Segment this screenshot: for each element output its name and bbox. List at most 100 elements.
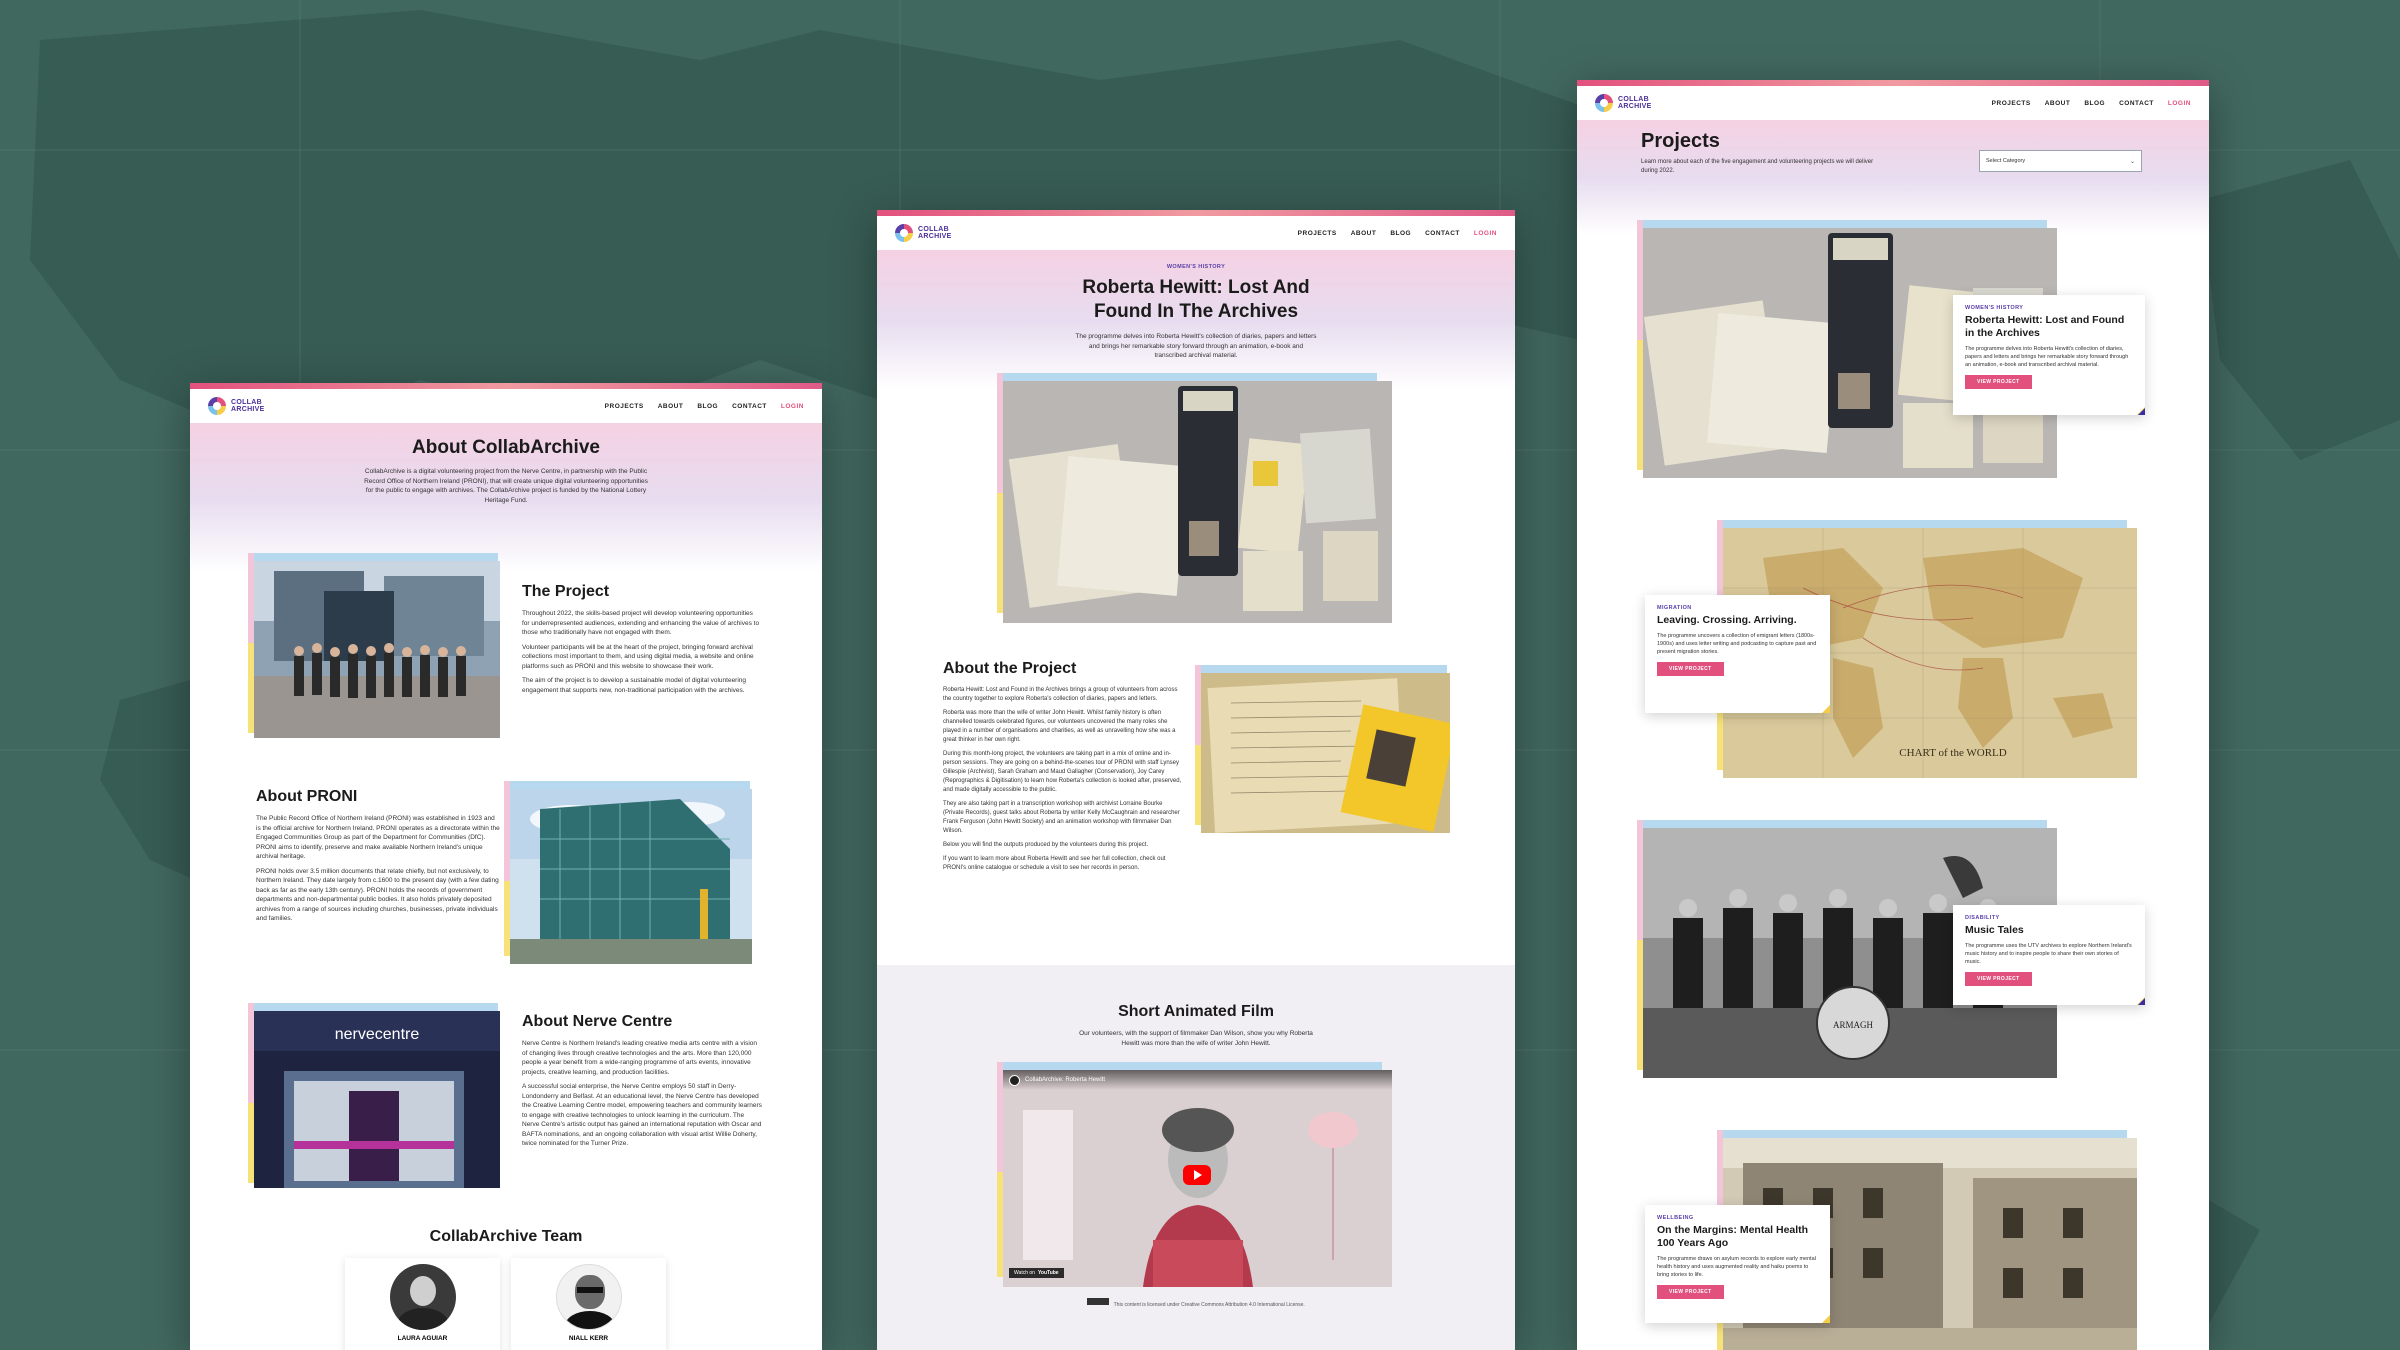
nav-contact[interactable]: CONTACT <box>2119 100 2154 107</box>
map-caption: CHART of the WORLD <box>1899 747 2006 759</box>
project-paragraph-3: The aim of the project is to develop a s… <box>522 677 747 694</box>
nerve-heading: About Nerve Centre <box>522 1013 673 1030</box>
film-heading: Short Animated Film <box>1118 1003 1274 1020</box>
avatar <box>389 1264 456 1330</box>
nav-projects[interactable]: PROJECTS <box>605 403 644 410</box>
avatar <box>555 1264 622 1330</box>
watch-on-label: Watch on <box>1014 1270 1035 1276</box>
about-paragraph-6: If you want to learn more about Roberta … <box>943 856 1166 871</box>
proni-building-photo <box>510 789 752 964</box>
about-paragraph-4: They are also taking part in a transcrip… <box>943 801 1180 834</box>
nav-login[interactable]: LOGIN <box>1474 230 1497 237</box>
card-corner-accent <box>1822 705 1830 713</box>
about-paragraph-2: Roberta was more than the wife of writer… <box>943 710 1176 743</box>
film-intro: Our volunteers, with the support of film… <box>1079 1030 1313 1047</box>
nerve-paragraph-1: Nerve Centre is Northern Ireland's leadi… <box>522 1040 757 1076</box>
letters-photo-frame <box>1195 665 1450 833</box>
about-paragraph-5: Below you will find the outputs produced… <box>943 842 1149 848</box>
project-2-tag: MIGRATION <box>1657 605 1692 611</box>
video-title-bar: CollabArchive: Roberta Hewitt <box>1003 1070 1392 1090</box>
team-section: CollabArchive Team <box>190 1228 822 1246</box>
watch-on-youtube[interactable]: Watch on YouTube <box>1009 1268 1064 1278</box>
video-frame: CollabArchive: Roberta Hewitt Watch on Y… <box>997 1062 1392 1287</box>
logo-line1: COLLAB <box>231 399 262 406</box>
creative-commons-icon <box>1087 1298 1110 1306</box>
nav-about[interactable]: ABOUT <box>2045 100 2071 107</box>
project-section: The Project Throughout 2022, the skills-… <box>522 583 762 695</box>
hewitt-hero: WOMEN'S HISTORY Roberta Hewitt: Lost And… <box>877 250 1515 390</box>
about-hero: About CollabArchive CollabArchive is a d… <box>190 423 822 573</box>
view-project-button[interactable]: VIEW PROJECT <box>1657 662 1724 676</box>
chevron-down-icon: ⌄ <box>2129 158 2135 165</box>
bass-drum-label: ARMAGH <box>1833 1020 1874 1030</box>
category-tag: WOMEN'S HISTORY <box>1166 264 1226 270</box>
team-member-name: NIALL KERR <box>568 1335 609 1342</box>
license-text[interactable]: This content is licensed under Creative … <box>1114 1302 1305 1308</box>
about-intro: CollabArchive is a digital volunteering … <box>364 468 648 504</box>
team-card-niall[interactable]: NIALL KERR <box>511 1258 666 1350</box>
channel-avatar-icon <box>1009 1074 1020 1086</box>
nav-blog[interactable]: BLOG <box>2084 100 2105 107</box>
hewitt-page-window: COLLAB ARCHIVE PROJECTS ABOUT BLOG CONTAC… <box>877 210 1515 1350</box>
about-project-section: About the Project Roberta Hewitt: Lost a… <box>943 660 1183 873</box>
documents-photo-frame <box>997 373 1392 623</box>
page-title: Roberta Hewitt: Lost And Found In The Ar… <box>877 276 1515 324</box>
site-logo[interactable]: COLLAB ARCHIVE <box>208 397 265 415</box>
view-project-button[interactable]: VIEW PROJECT <box>1657 1285 1724 1299</box>
play-button-icon[interactable] <box>1183 1165 1211 1185</box>
nav-blog[interactable]: BLOG <box>697 403 718 410</box>
nerve-centre-building-photo: nervecentre <box>254 1011 500 1188</box>
nav-login[interactable]: LOGIN <box>2168 100 2191 107</box>
nav-contact[interactable]: CONTACT <box>1425 230 1460 237</box>
project-2-title: Leaving. Crossing. Arriving. <box>1657 614 1797 626</box>
team-member-name: LAURA AGUIAR <box>397 1335 448 1342</box>
page-title: Projects <box>1641 130 1720 152</box>
view-project-button[interactable]: VIEW PROJECT <box>1965 972 2032 986</box>
site-logo[interactable]: COLLAB ARCHIVE <box>895 224 952 242</box>
project-4-title: On the Margins: Mental Health 100 Years … <box>1657 1224 1809 1249</box>
video-title[interactable]: CollabArchive: Roberta Hewitt <box>1025 1077 1105 1083</box>
view-project-button[interactable]: VIEW PROJECT <box>1965 375 2032 389</box>
hewitt-intro: The programme delves into Roberta Hewitt… <box>1075 333 1317 359</box>
proni-section: About PRONI The Public Record Office of … <box>256 788 501 924</box>
project-3-tag: DISABILITY <box>1965 915 2000 921</box>
nav-login[interactable]: LOGIN <box>781 403 804 410</box>
project-3-title: Music Tales <box>1965 924 2024 936</box>
card-corner-accent <box>1822 1315 1830 1323</box>
nerve-paragraph-2: A successful social enterprise, the Nerv… <box>522 1083 762 1147</box>
youtube-logo: YouTube <box>1037 1270 1059 1276</box>
site-logo[interactable]: COLLAB ARCHIVE <box>1595 94 1652 112</box>
nav-projects[interactable]: PROJECTS <box>1992 100 2031 107</box>
logo-icon <box>895 224 913 242</box>
logo-line2: ARCHIVE <box>1618 103 1652 110</box>
main-nav: PROJECTS ABOUT BLOG CONTACT LOGIN <box>605 403 804 410</box>
project-card-2[interactable]: MIGRATION Leaving. Crossing. Arriving. T… <box>1645 595 1830 713</box>
projects-page-window: COLLAB ARCHIVE PROJECTS ABOUT BLOG CONTAC… <box>1577 80 2209 1350</box>
logo-icon <box>208 397 226 415</box>
main-nav: PROJECTS ABOUT BLOG CONTACT LOGIN <box>1298 230 1497 237</box>
project-photo-frame <box>248 553 500 738</box>
license-line: This content is licensed under Creative … <box>877 1293 1515 1311</box>
project-3-text: The programme uses the UTV archives to e… <box>1965 943 2132 965</box>
proni-paragraph-2: PRONI holds over 3.5 million documents t… <box>256 867 499 923</box>
nerve-section: About Nerve Centre Nerve Centre is North… <box>522 1013 762 1149</box>
project-card-1[interactable]: WOMEN'S HISTORY Roberta Hewitt: Lost and… <box>1953 295 2145 415</box>
project-4-text: The programme draws on asylum records to… <box>1657 1256 1816 1278</box>
category-select[interactable]: Select Category ⌄ <box>1979 150 2142 172</box>
projects-hero: Projects Learn more about each of the fi… <box>1577 120 2209 235</box>
nav-contact[interactable]: CONTACT <box>732 403 767 410</box>
nav-about[interactable]: ABOUT <box>1351 230 1377 237</box>
site-header: COLLAB ARCHIVE PROJECTS ABOUT BLOG CONTAC… <box>877 216 1515 250</box>
project-card-3[interactable]: DISABILITY Music Tales The programme use… <box>1953 905 2145 1005</box>
project-paragraph-2: Volunteer participants will be at the he… <box>522 643 754 670</box>
project-1-tag: WOMEN'S HISTORY <box>1965 305 2024 311</box>
nav-about[interactable]: ABOUT <box>658 403 684 410</box>
team-heading: CollabArchive Team <box>429 1228 583 1245</box>
youtube-embed[interactable]: CollabArchive: Roberta Hewitt Watch on Y… <box>1003 1070 1392 1287</box>
nav-projects[interactable]: PROJECTS <box>1298 230 1337 237</box>
nav-blog[interactable]: BLOG <box>1390 230 1411 237</box>
project-card-4[interactable]: WELLBEING On the Margins: Mental Health … <box>1645 1205 1830 1323</box>
team-card-laura[interactable]: LAURA AGUIAR <box>345 1258 500 1350</box>
nerve-centre-sign: nervecentre <box>335 1026 420 1043</box>
project-heading: The Project <box>522 583 610 600</box>
